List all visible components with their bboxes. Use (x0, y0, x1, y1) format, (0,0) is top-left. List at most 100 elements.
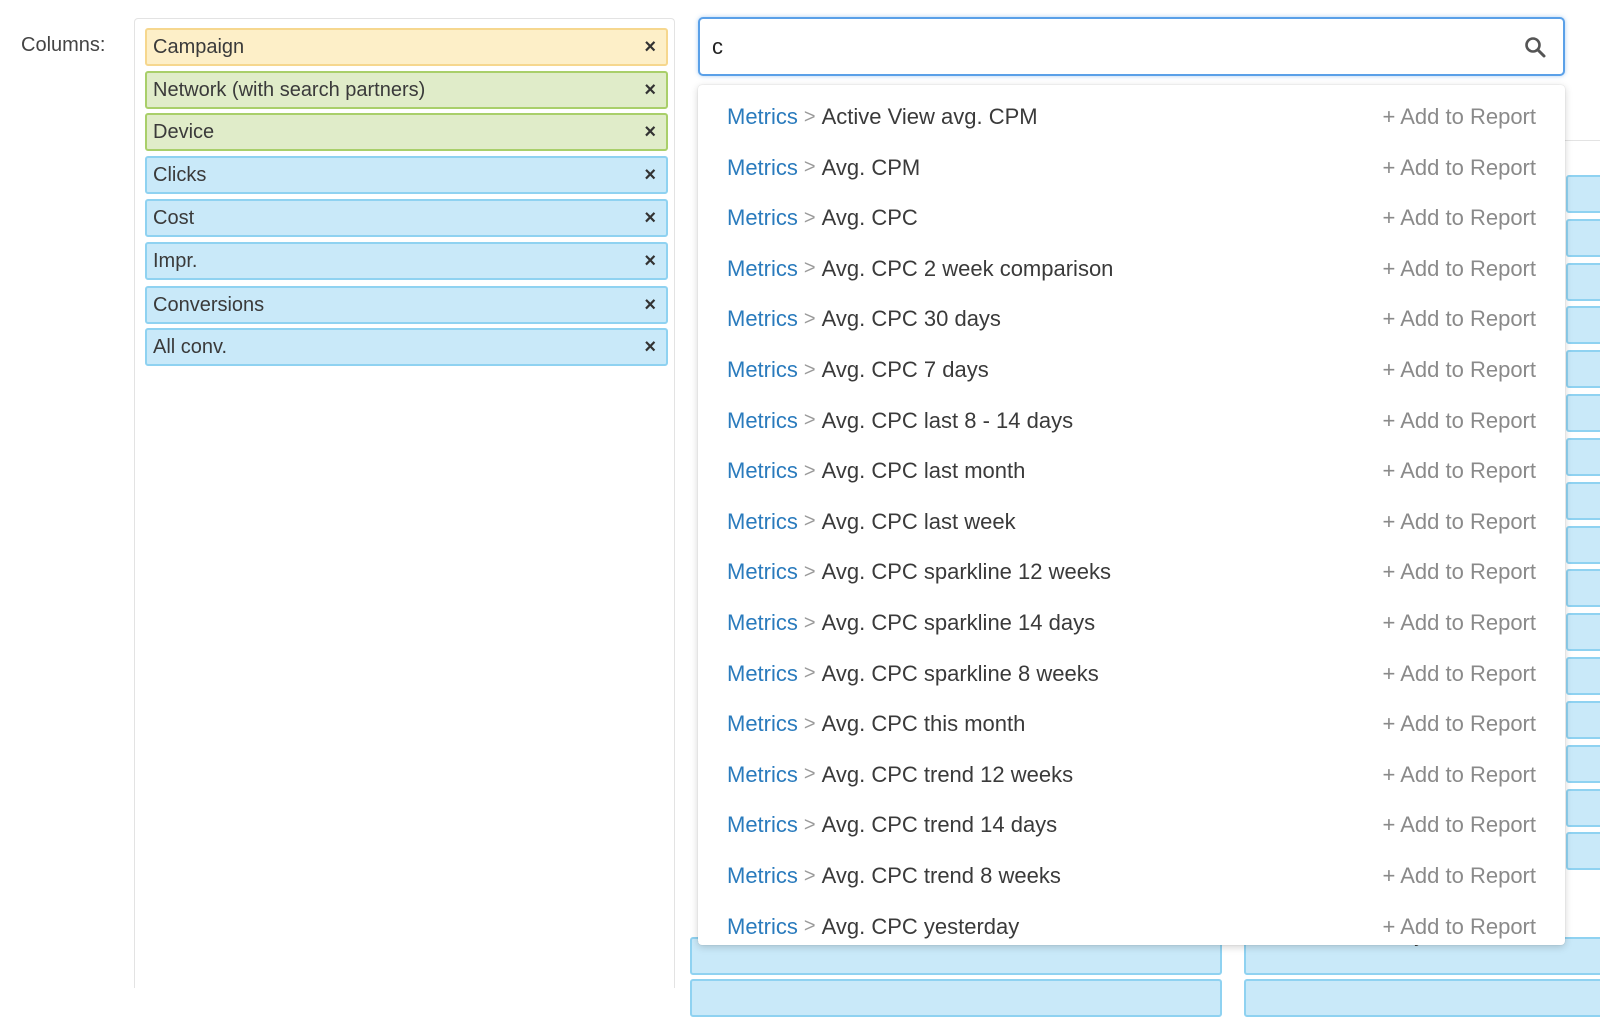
result-category-link[interactable]: Metrics (727, 661, 798, 687)
result-category-link[interactable]: Metrics (727, 762, 798, 788)
add-to-report-button[interactable]: + Add to Report (1383, 306, 1537, 332)
remove-chip-icon[interactable]: × (644, 337, 656, 357)
search-result-item[interactable]: Metrics > Avg. CPC last week + Add to Repor… (698, 497, 1565, 547)
available-column-chip[interactable] (1566, 657, 1600, 695)
available-column-chip[interactable] (1566, 219, 1600, 257)
search-result-item[interactable]: Metrics > Avg. CPC last 8 - 14 days + Add t… (698, 396, 1565, 446)
search-icon[interactable] (1523, 35, 1547, 59)
result-category-link[interactable]: Metrics (727, 711, 798, 737)
search-result-item[interactable]: Metrics > Avg. CPC trend 12 weeks + Add to … (698, 750, 1565, 800)
result-category-link[interactable]: Metrics (727, 458, 798, 484)
result-category-link[interactable]: Metrics (727, 408, 798, 434)
result-category-link[interactable]: Metrics (727, 155, 798, 181)
search-result-item[interactable]: Metrics > Avg. CPC 2 week comparison + Add … (698, 244, 1565, 294)
add-to-report-button[interactable]: + Add to Report (1383, 458, 1537, 484)
column-chip-label: All conv. (153, 335, 228, 358)
available-column-chip[interactable] (1566, 701, 1600, 739)
column-search-input[interactable] (712, 31, 1492, 63)
add-to-report-button[interactable]: + Add to Report (1383, 205, 1537, 231)
result-category-link[interactable]: Metrics (727, 104, 798, 130)
remove-chip-icon[interactable]: × (644, 165, 656, 185)
add-to-report-button[interactable]: + Add to Report (1383, 559, 1537, 585)
column-chip[interactable]: All conv. × (145, 328, 668, 366)
add-to-report-button[interactable]: + Add to Report (1383, 104, 1537, 130)
search-result-item[interactable]: Metrics > Avg. CPC sparkline 8 weeks + Add … (698, 649, 1565, 699)
available-column-chip[interactable] (1566, 789, 1600, 827)
available-column-chip[interactable] (1566, 569, 1600, 607)
add-to-report-button[interactable]: + Add to Report (1383, 155, 1537, 181)
column-chip[interactable]: Campaign × (145, 28, 668, 66)
add-to-report-button[interactable]: + Add to Report (1383, 914, 1537, 940)
remove-chip-icon[interactable]: × (644, 251, 656, 271)
available-column-chip[interactable] (1566, 745, 1600, 783)
available-column-chip[interactable] (1566, 394, 1600, 432)
column-chip[interactable]: Clicks × (145, 156, 668, 194)
result-category-link[interactable]: Metrics (727, 559, 798, 585)
add-to-report-button[interactable]: + Add to Report (1383, 408, 1537, 434)
add-to-report-button[interactable]: + Add to Report (1383, 357, 1537, 383)
column-chip[interactable]: Cost × (145, 199, 668, 237)
search-result-item[interactable]: Metrics > Avg. CPC last month + Add to Repo… (698, 446, 1565, 496)
search-result-item[interactable]: Metrics > Avg. CPC 30 days + Add to Report (698, 294, 1565, 344)
available-column-chip[interactable] (1566, 350, 1600, 388)
search-result-item[interactable]: Metrics > Avg. CPC trend 14 days + Add to R… (698, 800, 1565, 850)
search-result-item[interactable]: Metrics > Avg. CPC + Add to Report (698, 193, 1565, 243)
result-category-link[interactable]: Metrics (727, 812, 798, 838)
search-result-item[interactable]: Metrics > Avg. CPM + Add to Report (698, 143, 1565, 193)
remove-chip-icon[interactable]: × (644, 80, 656, 100)
add-to-report-button[interactable]: + Add to Report (1383, 509, 1537, 535)
result-name: Avg. CPC last week (821, 508, 1016, 534)
result-category-link[interactable]: Metrics (727, 914, 798, 940)
result-category-link[interactable]: Metrics (727, 306, 798, 332)
column-chip[interactable]: Conversions × (145, 286, 668, 324)
result-name: Avg. CPC 2 week comparison (821, 255, 1114, 281)
result-category-link[interactable]: Metrics (727, 357, 798, 383)
search-result-item[interactable]: Metrics > Avg. CPC sparkline 12 weeks + Add… (698, 547, 1565, 597)
add-to-report-button[interactable]: + Add to Report (1383, 762, 1537, 788)
result-category-link[interactable]: Metrics (727, 509, 798, 535)
available-column-chip[interactable] (1566, 482, 1600, 520)
breadcrumb-separator: > (803, 510, 816, 533)
search-results-dropdown: Metrics > Active View avg. CPM + Add to Rep… (698, 85, 1565, 945)
add-to-report-button[interactable]: + Add to Report (1383, 661, 1537, 687)
add-to-report-button[interactable]: + Add to Report (1383, 863, 1537, 889)
column-chip[interactable]: Network (with search partners) × (145, 71, 668, 109)
available-column-chip[interactable] (1566, 832, 1600, 870)
result-name: Avg. CPC sparkline 12 weeks (821, 559, 1111, 585)
available-column-chip[interactable] (1566, 175, 1600, 213)
remove-chip-icon[interactable]: × (644, 37, 656, 57)
search-result-item[interactable]: Metrics > Avg. CPC yesterday + Add to Repor… (698, 902, 1565, 945)
search-result-item[interactable]: Metrics > Active View avg. CPM + Add to Rep… (698, 92, 1565, 142)
search-result-item[interactable]: Metrics > Avg. CPC sparkline 14 days + Add … (698, 598, 1565, 648)
search-result-item[interactable]: Metrics > Avg. CPC trend 8 weeks + Add to R… (698, 851, 1565, 901)
add-to-report-button[interactable]: + Add to Report (1383, 711, 1537, 737)
available-column-chip[interactable] (690, 979, 1222, 1017)
search-result-item[interactable]: Metrics > Avg. CPC 7 days + Add to Report (698, 345, 1565, 395)
remove-chip-icon[interactable]: × (644, 295, 656, 315)
column-search-box[interactable] (698, 17, 1565, 76)
column-chip[interactable]: Impr. × (145, 242, 668, 280)
available-column-chip[interactable] (1566, 526, 1600, 564)
result-category-link[interactable]: Metrics (727, 610, 798, 636)
available-column-chip[interactable] (1566, 306, 1600, 344)
add-to-report-button[interactable]: + Add to Report (1383, 610, 1537, 636)
result-name: Avg. CPC this month (821, 711, 1026, 737)
remove-chip-icon[interactable]: × (644, 208, 656, 228)
available-column-chip[interactable] (1566, 438, 1600, 476)
result-category-link[interactable]: Metrics (727, 205, 798, 231)
search-result-item[interactable]: Metrics > Avg. CPC this month + Add to Repo… (698, 699, 1565, 749)
result-name: Active View avg. CPM (821, 104, 1038, 129)
result-category-link[interactable]: Metrics (727, 863, 798, 889)
column-chip-label: Clicks (153, 163, 207, 186)
column-chip[interactable]: Device × (145, 113, 668, 151)
available-column-chip[interactable] (1244, 979, 1600, 1017)
available-column-chip[interactable] (1566, 613, 1600, 651)
remove-chip-icon[interactable]: × (644, 122, 656, 142)
breadcrumb-separator: > (803, 611, 816, 634)
result-name: Avg. CPC 30 days (821, 306, 1001, 332)
result-category-link[interactable]: Metrics (727, 256, 798, 282)
available-column-chip[interactable] (1566, 263, 1600, 301)
add-to-report-button[interactable]: + Add to Report (1383, 812, 1537, 838)
breadcrumb-separator: > (803, 206, 816, 229)
add-to-report-button[interactable]: + Add to Report (1383, 256, 1537, 282)
